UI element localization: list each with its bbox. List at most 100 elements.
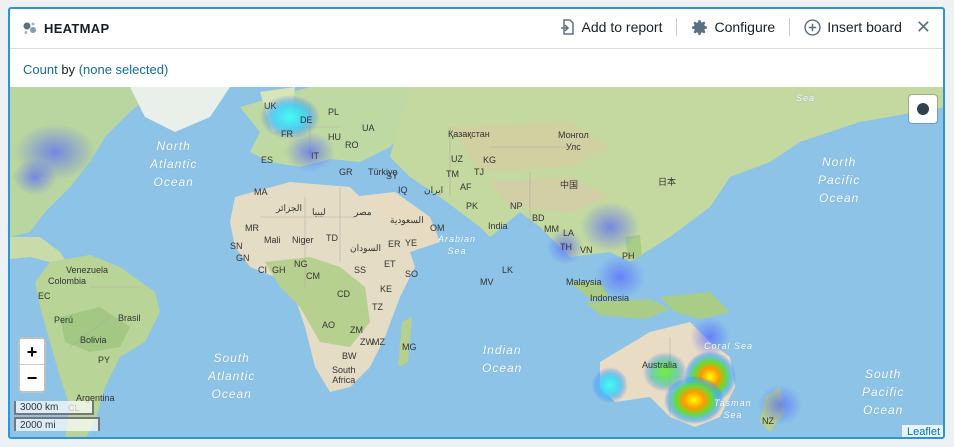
map-label: EC [38,291,51,301]
map-label: NZ [762,416,774,426]
map-label: NG [294,259,308,269]
map-label: KG [483,155,497,165]
map-label: OM [430,223,445,233]
map-label: Niger [292,235,314,245]
map-label: ZW [360,337,374,347]
scale-km: 3000 km [14,401,94,415]
map-label: CI [258,265,267,275]
map-label: الجزائر [276,203,302,213]
map-label: PY [98,355,111,365]
heatmap-map[interactable]: North Atlantic Ocean South Atlantic Ocea… [10,87,943,437]
zoom-control: + − [18,337,46,393]
map-label: مصر [354,207,372,217]
divider [789,18,791,36]
add-to-report-button[interactable]: Add to report [560,19,663,35]
map-label: MM [544,224,559,234]
grouping-link[interactable]: (none selected) [79,62,169,77]
ocean-label-south-atlantic: South Atlantic Ocean [208,351,256,401]
record-button[interactable] [909,95,937,123]
map-label: SN [230,241,243,251]
map-label: VN [580,245,593,255]
map-label: ایران [424,185,444,195]
map-label: 日本 [658,177,677,187]
map-label: MR [245,223,259,233]
heatmap-icon [23,22,36,34]
zoom-out-button[interactable]: − [20,365,44,391]
header-actions: Add to report Configure Insert board ✕ [560,18,931,36]
map-label: CM [306,271,320,281]
add-circle-icon [804,18,821,36]
map-label: Қазақстан [448,129,490,139]
map-label: DE [300,115,313,125]
map-label: Australia [642,360,678,370]
map-label: PH [622,251,635,261]
map-label: LA [563,228,575,238]
map-label: UZ [451,154,463,164]
map-label: Malaysia [566,277,602,287]
map-label: MA [254,187,268,197]
map-label: Perú [54,315,74,325]
add-to-report-label: Add to report [581,19,663,35]
ocean-label-sea: Sea [796,93,816,103]
map-label: SS [354,265,367,275]
insert-board-button[interactable]: Insert board [804,18,902,36]
insert-board-label: Insert board [827,19,902,35]
ocean-label-tasman-sea: Tasman Sea [714,398,752,420]
map-label: MV [480,277,494,287]
map-label: KE [380,284,393,294]
divider [676,18,678,36]
map-label: South Africa [332,365,356,385]
map-label: YE [405,238,418,248]
map-label: LK [502,265,514,275]
ocean-label-indian: Indian Ocean [482,343,523,375]
map-label: Монгол Улс [558,130,589,152]
title-wrap: HEATMAP [22,20,109,36]
map-label: UA [362,123,375,133]
map-label: TZ [372,302,383,312]
map-label: ليبيا [312,207,326,217]
gear-icon [692,19,708,35]
map-label: 中国 [560,180,579,190]
map-label: ZM [350,325,363,335]
map-label: UK [264,101,277,111]
metric-link[interactable]: Count [23,62,58,77]
configure-label: Configure [714,19,776,35]
by-label: by [61,62,76,77]
configure-button[interactable]: Configure [691,19,775,36]
map-label: HU [328,132,341,142]
map-label: GR [339,167,353,177]
metric-selector-bar: Count by (none selected) [23,62,168,77]
ocean-label-north-pacific: North Pacific Ocean [818,155,861,205]
leaflet-link[interactable]: Leaflet [907,426,940,437]
map-label: IT [311,151,319,161]
map-label: CD [337,289,350,299]
record-dot-icon [917,103,929,115]
map-label: PL [328,107,340,117]
map-label: Indonesia [590,293,630,303]
zoom-in-button[interactable]: + [20,339,44,365]
map-label: BD [532,213,545,223]
map-label: AO [322,320,336,330]
map-label: TJ [474,167,484,177]
map-label: السودان [350,243,382,253]
scale-mi: 2000 mi [14,417,100,431]
map-label: SY [386,171,399,181]
map-label: ES [261,155,274,165]
map-label: TD [326,233,338,243]
close-icon[interactable]: ✕ [916,18,931,36]
heatmap-panel: HEATMAP Add to report Configure Insert b… [8,7,945,439]
map-label: Bolivia [80,335,107,345]
map-label: ER [388,239,401,249]
map-label: Mali [264,235,281,245]
map-label: Colombia [48,276,87,286]
map-label: GH [272,265,286,275]
map-label: India [488,221,508,231]
map-label: Brasil [118,313,141,323]
map-label: IQ [398,185,408,195]
add-to-report-icon [560,19,574,35]
map-label: RO [345,140,359,150]
map-label: TM [446,169,459,179]
map-label: ET [384,259,396,269]
ocean-label-coral-sea: Coral Sea [704,341,754,351]
map-label: GN [236,253,250,263]
